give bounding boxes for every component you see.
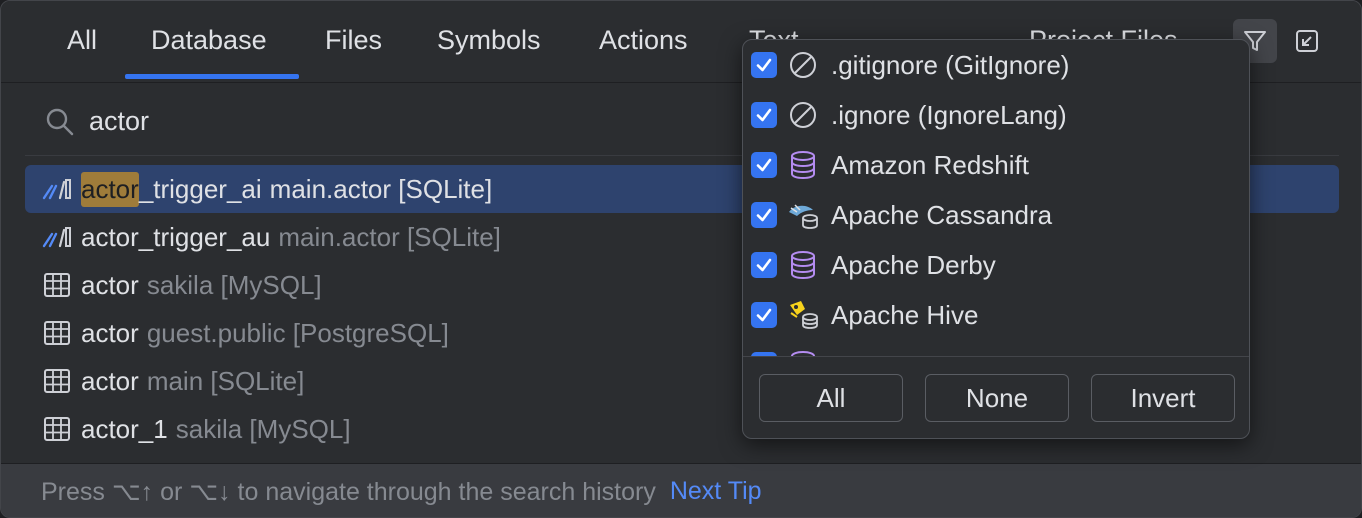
checkbox[interactable] [751,52,777,78]
table-icon [41,319,73,347]
filter-item[interactable]: Apache Hive [743,290,1249,340]
result-location: sakila [MySQL] [175,413,351,444]
filter-item-label: Apache Cassandra [831,199,1053,230]
filter-item[interactable]: Amazon Redshift [743,140,1249,190]
result-location: main.actor [SQLite] [278,221,501,252]
trigger-icon [41,175,73,203]
active-tab-indicator [125,74,299,79]
checkbox[interactable] [751,302,777,328]
checkbox[interactable] [751,202,777,228]
tab-database[interactable]: Database [151,25,267,56]
filter-item[interactable]: .gitignore (GitIgnore) [743,40,1249,90]
tab-actions[interactable]: Actions [599,25,688,56]
checkmark-icon [756,208,772,222]
filter-list: .gitignore (GitIgnore) .ignore (IgnoreLan… [743,40,1249,356]
search-everywhere-window: All Database Files Symbols Actions Text … [0,0,1362,518]
select-none-button[interactable]: None [925,374,1069,422]
database-icon [787,349,819,356]
checkbox[interactable] [751,252,777,278]
search-icon [46,108,74,136]
database-icon [787,149,819,181]
footer: Press ⌥↑ or ⌥↓ to navigate through the s… [1,463,1361,517]
filter-popup: .gitignore (GitIgnore) .ignore (IgnoreLan… [742,39,1250,439]
filter-item-label: Apache Hive [831,299,979,330]
divider [743,356,1249,357]
filter-item[interactable]: .ignore (IgnoreLang) [743,90,1249,140]
footer-hint: Press ⌥↑ or ⌥↓ to navigate through the s… [41,477,656,506]
collapse-button[interactable] [1291,25,1323,57]
result-name: actor [81,365,139,396]
match-highlight: actor [81,171,139,207]
result-name: actor_trigger_au [81,221,271,252]
result-location: main [SQLite] [146,365,305,396]
result-name: actor_1 [81,413,168,444]
table-icon [41,367,73,395]
tab-files[interactable]: Files [325,25,382,56]
table-icon [41,271,73,299]
table-icon [41,415,73,443]
result-name: actor [81,269,139,300]
invert-selection-button[interactable]: Invert [1091,374,1235,422]
filter-item-label: Amazon Redshift [831,149,1029,180]
checkmark-icon [756,258,772,272]
ignore-icon [787,49,819,81]
checkmark-icon [756,158,772,172]
checkbox[interactable] [751,102,777,128]
result-name: actor [81,317,139,348]
result-location: sakila [MySQL] [146,269,322,300]
result-location: guest.public [PostgreSQL] [146,317,449,348]
ignore-icon [787,99,819,131]
checkbox[interactable] [751,152,777,178]
next-tip-link[interactable]: Next Tip [670,477,762,506]
filter-item-label: Apache Derby [831,249,996,280]
filter-item[interactable]: Apache Cassandra [743,190,1249,240]
checkmark-icon [756,308,772,322]
checkmark-icon [756,58,772,72]
tab-all[interactable]: All [67,25,97,56]
database-icon [787,249,819,281]
collapse-icon [1296,30,1318,52]
cassandra-icon [787,199,819,231]
checkmark-icon [756,108,772,122]
search-input[interactable] [89,99,689,143]
tab-symbols[interactable]: Symbols [437,25,541,56]
hive-icon [787,299,819,331]
result-name: _trigger_ai [138,173,262,204]
filter-item-label: .gitignore (GitIgnore) [831,49,1070,80]
filter-item-label: .ignore (IgnoreLang) [831,99,1067,130]
select-all-button[interactable]: All [759,374,903,422]
trigger-icon [41,223,73,251]
result-location: main.actor [SQLite] [269,173,493,204]
filter-item[interactable] [743,340,1249,356]
filter-item[interactable]: Apache Derby [743,240,1249,290]
